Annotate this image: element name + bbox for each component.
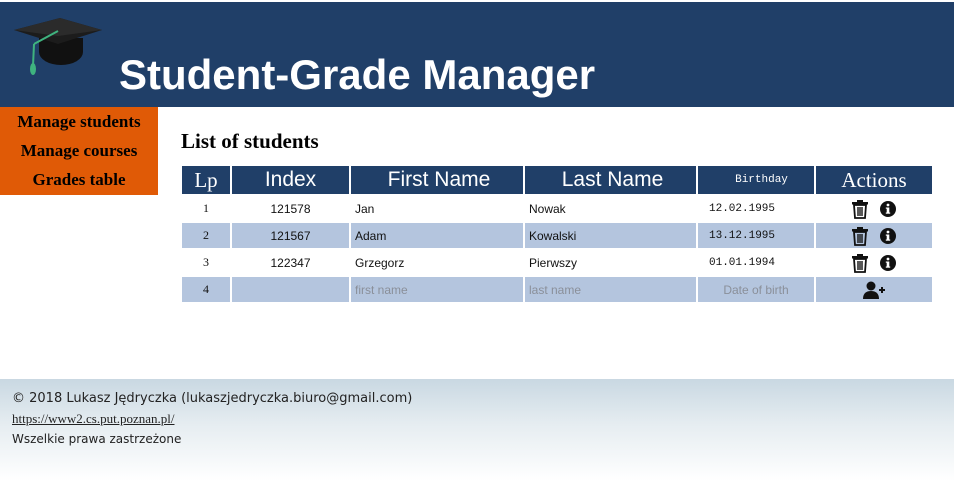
first-name-input[interactable] (353, 277, 523, 302)
cell-lp: 2 (182, 223, 230, 248)
cell-first-name: Jan (355, 201, 375, 216)
cell-actions (816, 223, 932, 248)
page-footer: © 2018 Lukasz Jędryczka (lukaszjedryczka… (0, 379, 954, 481)
column-header-birthday: Birthday (698, 166, 814, 194)
footer-rights: Wszelkie prawa zastrzeżone (12, 432, 182, 446)
cell-birthday: 01.01.1994 (709, 256, 776, 269)
page-title: List of students (181, 129, 319, 153)
graduation-cap-icon (14, 18, 102, 75)
cell-birthday: 12.02.1995 (709, 202, 776, 215)
cell-actions (816, 250, 932, 275)
column-header-actions: Actions (816, 166, 932, 194)
table-header-row: Lp Index First Name Last Name Birthday A… (182, 166, 932, 194)
cell-last-name: Kowalski (525, 223, 696, 248)
birthday-input[interactable] (698, 277, 814, 302)
students-table: Lp Index First Name Last Name Birthday A… (180, 164, 934, 304)
sidebar-item-manage-students[interactable]: Manage students (0, 107, 158, 136)
table-row: 2 121567 Adam Kowalski 13.12.1995 (182, 223, 932, 248)
cell-birthday: 13.12.1995 (698, 223, 814, 248)
new-student-row: 4 (182, 277, 932, 302)
cell-birthday (698, 277, 814, 302)
cell-actions (816, 196, 932, 221)
cell-first-name (351, 277, 523, 302)
cell-first-name: Grzegorz (355, 255, 405, 270)
column-header-lp: Lp (182, 166, 230, 194)
cell-index: 122347 (270, 255, 311, 270)
trash-icon[interactable] (851, 226, 869, 246)
footer-copyright: © 2018 Lukasz Jędryczka (lukaszjedryczka… (12, 391, 413, 406)
column-header-last-name: Last Name (525, 166, 696, 194)
footer-link[interactable]: https://www2.cs.put.poznan.pl/ (12, 411, 175, 427)
cell-index: 121578 (270, 201, 311, 216)
cell-lp: 3 (203, 255, 209, 269)
table-row: 1 121578 Jan Nowak 12.02.1995 (182, 196, 932, 221)
sidebar-nav: Manage students Manage courses Grades ta… (0, 107, 158, 195)
table-row: 3 122347 Grzegorz Pierwszy 01.01.1994 (182, 250, 932, 275)
sidebar-item-grades-table[interactable]: Grades table (0, 165, 158, 194)
cell-last-name (525, 277, 696, 302)
cell-actions (816, 277, 932, 302)
cell-lp: 1 (203, 201, 209, 215)
index-input[interactable] (232, 277, 349, 302)
app-title: Student-Grade Manager (119, 51, 596, 98)
add-user-icon[interactable] (863, 280, 885, 300)
cell-index (232, 277, 349, 302)
last-name-input[interactable] (527, 277, 696, 302)
info-icon[interactable] (879, 226, 897, 246)
cell-last-name: Pierwszy (529, 255, 578, 270)
cell-lp: 4 (182, 277, 230, 302)
column-header-index: Index (232, 166, 349, 194)
trash-icon[interactable] (851, 253, 869, 273)
trash-icon[interactable] (851, 199, 869, 219)
info-icon[interactable] (879, 253, 897, 273)
info-icon[interactable] (879, 199, 897, 219)
sidebar-item-manage-courses[interactable]: Manage courses (0, 136, 158, 165)
cell-last-name: Nowak (529, 201, 566, 216)
app-header: Student-Grade Manager (0, 2, 954, 107)
cell-index: 121567 (232, 223, 349, 248)
cell-first-name: Adam (351, 223, 523, 248)
column-header-first-name: First Name (351, 166, 523, 194)
